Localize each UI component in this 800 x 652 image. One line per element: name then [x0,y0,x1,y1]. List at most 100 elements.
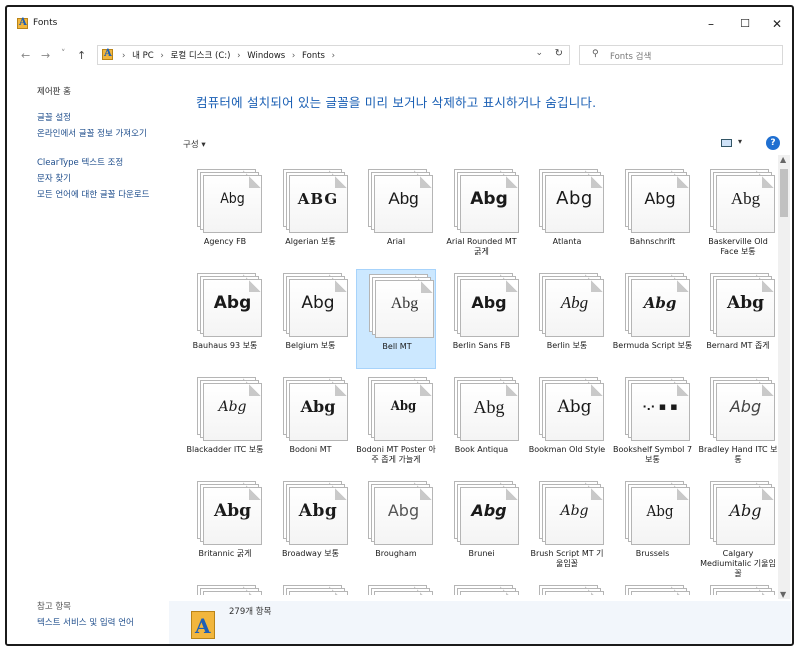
font-file-icon: Abg [539,377,605,441]
font-sample-text: Abg [643,294,677,312]
font-tile[interactable]: Abg Baskerville Old Face 보통 [698,165,778,265]
adjust-cleartype-link[interactable]: ClearType 텍스트 조정 [37,158,162,168]
font-file-icon: Abg [368,377,434,441]
font-tile[interactable]: ·.· ▪ ▪ Bookshelf Symbol 7 보통 [613,373,693,473]
font-tile-partial[interactable] [527,581,607,595]
font-sample-text: ·.· ▪ ▪ [642,400,678,413]
breadcrumb-fonts[interactable]: Fonts [302,51,325,61]
font-file-icon [624,585,691,595]
font-file-icon: Abg [197,273,263,337]
font-tile[interactable]: Abg Belgium 보통 [271,269,351,369]
font-name-label: Blackadder ITC 보통 [186,445,264,454]
maximize-button[interactable]: ☐ [731,15,759,33]
font-file-icon: ·.· ▪ ▪ [624,377,691,441]
breadcrumb-windows[interactable]: Windows [247,51,285,61]
font-tile[interactable]: Abg Bernard MT 좁게 [698,269,778,369]
font-tile[interactable]: Abg Berlin Sans FB [442,269,522,369]
font-tile-partial[interactable] [356,581,436,595]
font-name-label: Berlin Sans FB [452,341,511,350]
font-name-label: Arial [386,237,406,246]
font-sample-text: Abg [560,503,589,519]
font-name-label: Bermuda Script 보통 [612,341,693,350]
font-file-icon: Abg [368,169,434,233]
font-sample-text: Abg [644,189,676,208]
help-icon[interactable]: ? [766,136,780,150]
refresh-icon[interactable]: ↻ [555,48,563,59]
font-name-label: Brunei [468,549,495,558]
font-sample-text: Abg [727,293,764,313]
search-icon: ⚲ [592,49,599,59]
font-tile[interactable]: Abg Arial [356,165,436,265]
breadcrumb-local-disk[interactable]: 로컬 디스크 (C:) [171,51,231,61]
font-tile-partial[interactable] [185,581,265,595]
font-file-icon: Abg [453,481,520,545]
scroll-up-icon[interactable]: ▲ [780,155,786,164]
font-tile[interactable]: Abg Bradley Hand ITC 보통 [698,373,778,473]
font-tile-partial[interactable] [442,581,522,595]
search-input[interactable]: ⚲ Fonts 검색 [579,45,783,65]
font-tile-partial[interactable] [271,581,351,595]
font-tile[interactable]: Abg Agency FB [185,165,265,265]
get-font-info-online-link[interactable]: 온라인에서 글꼴 정보 가져오기 [37,129,162,139]
font-sample-text: Abg [390,295,419,312]
font-tile[interactable]: Abg Bell MT [356,269,436,369]
font-tile[interactable]: Abg Blackadder ITC 보통 [185,373,265,473]
close-button[interactable]: ✕ [763,15,791,33]
address-bar[interactable]: A › 내 PC › 로컬 디스크 (C:) › Windows › Fonts… [97,45,570,65]
font-sample-text: Abg [390,399,417,414]
find-character-link[interactable]: 문자 찾기 [37,174,162,184]
font-tile[interactable]: Abg Brunei [442,477,522,577]
font-tile[interactable]: Abg Calgary Mediumitalic 기울임꼴 [698,477,778,578]
font-tile[interactable]: Abg Bodoni MT Poster 아주 좁게 가늘게 [356,373,436,473]
font-tile[interactable]: Abg Brussels [613,477,693,577]
font-file-icon [368,585,434,595]
recent-locations-icon[interactable]: ˅ [61,49,66,59]
text-services-link[interactable]: 텍스트 서비스 및 입력 언어 [37,618,162,628]
up-arrow-icon[interactable]: ↑ [77,49,86,62]
font-tile[interactable]: Abg Britannic 굵게 [185,477,265,577]
forward-arrow-icon[interactable]: → [41,49,50,62]
font-name-label: Brush Script MT 기울임꼴 [530,549,604,568]
scroll-thumb[interactable] [780,169,788,217]
font-tile[interactable]: Abg Bermuda Script 보통 [613,269,693,369]
font-file-icon: Abg [197,481,263,545]
font-tile[interactable]: Abg Book Antiqua [442,373,522,473]
font-sample-text: Abg [298,501,338,521]
font-tile[interactable]: Abg Atlanta [527,165,607,265]
font-name-label: Bernard MT 좁게 [706,341,770,350]
font-tile[interactable]: ABG Algerian 보통 [271,165,351,265]
font-file-icon: ABG [282,169,349,233]
font-tile[interactable]: Abg Brougham [356,477,436,577]
font-sample-text: Abg [646,502,674,520]
font-tile[interactable]: Abg Brush Script MT 기울임꼴 [527,477,607,577]
back-arrow-icon[interactable]: ← [21,49,30,62]
breadcrumb-my-pc[interactable]: 내 PC [132,51,154,61]
font-name-label: Bauhaus 93 보통 [192,341,258,350]
font-tile[interactable]: Abg Bookman Old Style [527,373,607,473]
font-file-icon: Abg [539,481,605,545]
download-fonts-all-languages-link[interactable]: 모든 언어에 대한 글꼴 다운로드 [37,190,162,200]
font-name-label: Book Antiqua [454,445,509,454]
view-options-button[interactable]: ▾ [721,137,751,151]
scroll-down-icon[interactable]: ▼ [780,590,786,599]
font-tile-partial[interactable] [698,581,778,595]
minimize-button[interactable]: – [697,15,725,33]
font-sample-text: Abg [300,397,336,416]
font-tile[interactable]: Abg Broadway 보통 [271,477,351,577]
control-panel-home-link[interactable]: 제어판 홈 [37,87,162,97]
font-tile[interactable]: Abg Bauhaus 93 보통 [185,269,265,369]
breadcrumb: › 내 PC › 로컬 디스크 (C:) › Windows › Fonts › [122,51,336,61]
font-tile[interactable]: Abg Arial Rounded MT 굵게 [442,165,522,265]
font-file-icon [282,585,349,595]
font-tile[interactable]: Abg Bahnschrift [613,165,693,265]
vertical-scrollbar[interactable]: ▲ ▼ [778,155,790,599]
font-tile-partial[interactable] [613,581,693,595]
font-name-label: Broadway 보통 [282,549,339,558]
organize-button[interactable]: 구성 ▾ [183,138,206,150]
font-tile[interactable]: Abg Bodoni MT [271,373,351,473]
font-file-icon: Abg [539,273,605,337]
font-tile[interactable]: Abg Berlin 보통 [527,269,607,369]
address-dropdown-icon[interactable]: ⌄ [535,48,543,58]
font-settings-link[interactable]: 글꼴 설정 [37,113,162,123]
font-name-label: Brougham [375,549,417,558]
